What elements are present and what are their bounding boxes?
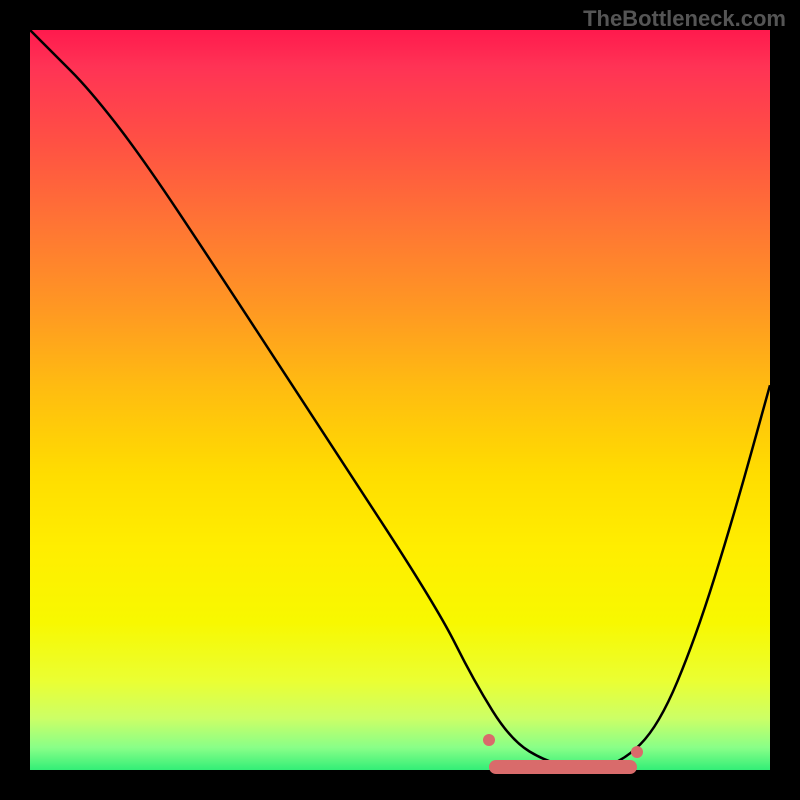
optimal-range-end-dot <box>631 746 643 758</box>
watermark-text: TheBottleneck.com <box>583 6 786 32</box>
bottleneck-curve <box>30 30 770 770</box>
optimal-range-highlight <box>489 760 637 774</box>
chart-gradient-background <box>30 30 770 770</box>
